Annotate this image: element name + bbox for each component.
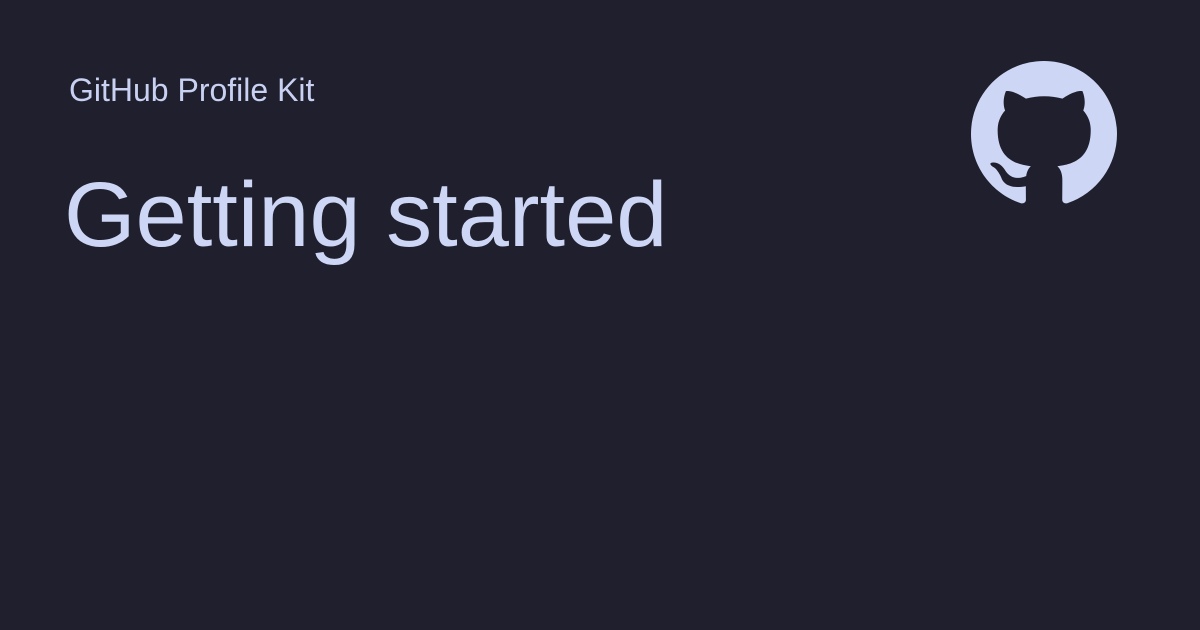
site-name: GitHub Profile Kit bbox=[69, 72, 315, 108]
github-logo-icon bbox=[971, 61, 1117, 207]
page-title: Getting started bbox=[64, 164, 668, 266]
social-card: GitHub Profile Kit Getting started bbox=[0, 0, 1200, 630]
